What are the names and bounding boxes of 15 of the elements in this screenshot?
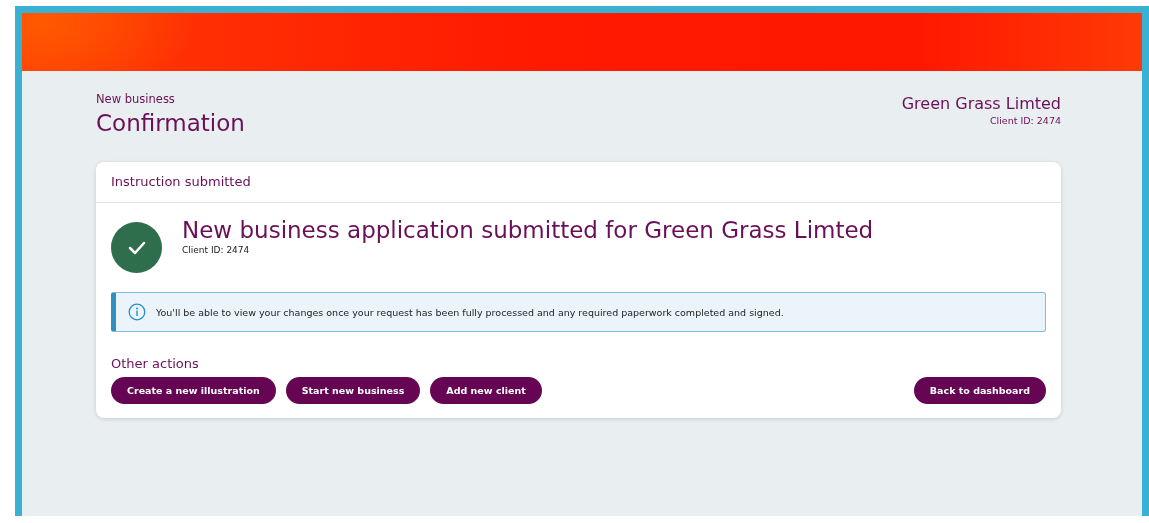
back-button[interactable]: Back to dashboard [913, 377, 1046, 404]
action-button[interactable]: Create a new illustration [111, 377, 276, 404]
status-title: New business application submitted for Green Grass Limted [182, 217, 874, 243]
page-title: Confirmation [96, 110, 245, 136]
action-button[interactable]: Start new business [285, 377, 421, 404]
info-icon [128, 303, 146, 321]
client-id: Client ID: 2474 [989, 115, 1061, 126]
check-circle-icon [111, 222, 162, 273]
card-header: Instruction submitted [96, 162, 1061, 203]
client-name: Green Grass Limted [901, 94, 1061, 113]
action-button[interactable]: Add new client [430, 377, 542, 404]
status-client-id: Client ID: 2474 [182, 245, 251, 255]
breadcrumb: New business [96, 92, 175, 106]
section-label: Other actions [111, 356, 200, 371]
notice-text: You'll be able to view your changes once your request has been fully processed and any required paperwork completed and signed. [156, 306, 784, 318]
